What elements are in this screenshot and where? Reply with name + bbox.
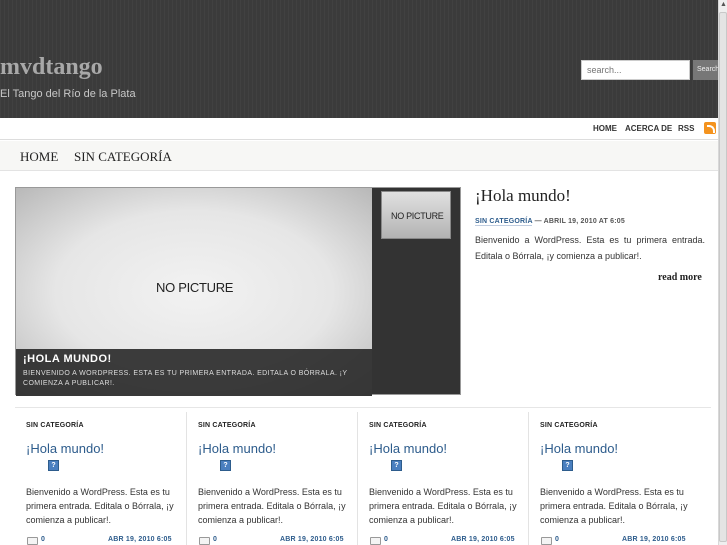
- slide-image[interactable]: NO PICTURE ¡HOLA MUNDO! BIENVENIDO A WOR…: [16, 188, 372, 396]
- post-comment-count[interactable]: 0: [384, 536, 388, 543]
- broken-image-icon[interactable]: ?: [391, 460, 402, 471]
- site-title[interactable]: mvdtango: [0, 54, 103, 81]
- scroll-thumb[interactable]: [719, 12, 727, 542]
- top-links-bar: HOME ACERCA DE RSS: [0, 118, 718, 140]
- post-excerpt: Bienvenido a WordPress. Esta es tu prime…: [26, 487, 174, 525]
- section-divider: [15, 407, 711, 408]
- site-tagline: El Tango del Río de la Plata: [0, 88, 136, 100]
- featured-slider: NO PICTURE ¡HOLA MUNDO! BIENVENIDO A WOR…: [15, 187, 461, 396]
- slide-thumbnail-placeholder: NO PICTURE: [391, 211, 444, 221]
- toplink-rss[interactable]: RSS: [678, 124, 694, 133]
- slide-caption: ¡HOLA MUNDO! BIENVENIDO A WORDPRESS. EST…: [16, 349, 372, 396]
- comment-icon[interactable]: [541, 537, 552, 545]
- post-title[interactable]: ¡Hola mundo!: [26, 441, 104, 456]
- broken-image-icon[interactable]: ?: [220, 460, 231, 471]
- post-date: ABR 19, 2010 6:05: [622, 536, 686, 543]
- search-button[interactable]: Search: [693, 60, 718, 80]
- search-input[interactable]: [581, 60, 690, 80]
- scroll-up-arrow-icon[interactable]: ▲: [719, 0, 727, 10]
- featured-post-excerpt: Bienvenido a WordPress. Esta es tu prime…: [475, 235, 705, 261]
- rss-icon[interactable]: [704, 122, 716, 134]
- comment-icon[interactable]: [370, 537, 381, 545]
- comment-icon[interactable]: [27, 537, 38, 545]
- post-excerpt: Bienvenido a WordPress. Esta es tu prime…: [369, 487, 517, 525]
- featured-post-category[interactable]: SIN CATEGORÍA: [475, 218, 533, 226]
- site-header: mvdtango El Tango del Río de la Plata Se…: [0, 0, 718, 118]
- post-comment-count[interactable]: 0: [41, 536, 45, 543]
- post-category[interactable]: SIN CATEGORÍA: [26, 422, 84, 429]
- post-excerpt: Bienvenido a WordPress. Esta es tu prime…: [198, 487, 346, 525]
- post-excerpt: Bienvenido a WordPress. Esta es tu prime…: [540, 487, 688, 525]
- post-card: SIN CATEGORÍA ¡Hola mundo! ? Bienvenido …: [187, 412, 358, 545]
- scrollbar[interactable]: ▲: [718, 0, 727, 545]
- post-card: SIN CATEGORÍA ¡Hola mundo! ? Bienvenido …: [529, 412, 700, 545]
- category-nav: HOME SIN CATEGORÍA: [0, 141, 718, 171]
- toplink-home[interactable]: HOME: [593, 124, 617, 133]
- slide-thumbnail[interactable]: NO PICTURE: [381, 191, 451, 239]
- post-title[interactable]: ¡Hola mundo!: [369, 441, 447, 456]
- broken-image-icon[interactable]: ?: [562, 460, 573, 471]
- slide-caption-title[interactable]: ¡HOLA MUNDO!: [23, 353, 365, 365]
- post-title[interactable]: ¡Hola mundo!: [540, 441, 618, 456]
- post-comment-count[interactable]: 0: [213, 536, 217, 543]
- post-card: SIN CATEGORÍA ¡Hola mundo! ? Bienvenido …: [15, 412, 186, 545]
- featured-post-date: — ABRIL 19, 2010 AT 6:05: [532, 218, 625, 225]
- catnav-home[interactable]: HOME: [20, 149, 58, 165]
- slide-caption-text: BIENVENIDO A WORDPRESS. ESTA ES TU PRIME…: [23, 370, 348, 387]
- read-more-link[interactable]: read more: [658, 272, 702, 283]
- comment-icon[interactable]: [199, 537, 210, 545]
- post-date: ABR 19, 2010 6:05: [108, 536, 172, 543]
- broken-image-icon[interactable]: ?: [48, 460, 59, 471]
- post-date: ABR 19, 2010 6:05: [451, 536, 515, 543]
- toplink-acerca-de[interactable]: ACERCA DE: [625, 124, 672, 133]
- featured-post-title[interactable]: ¡Hola mundo!: [475, 186, 571, 206]
- post-card: SIN CATEGORÍA ¡Hola mundo! ? Bienvenido …: [358, 412, 529, 545]
- featured-post-meta: SIN CATEGORÍA — ABRIL 19, 2010 AT 6:05: [475, 218, 625, 226]
- post-category[interactable]: SIN CATEGORÍA: [198, 422, 256, 429]
- post-date: ABR 19, 2010 6:05: [280, 536, 344, 543]
- post-category[interactable]: SIN CATEGORÍA: [540, 422, 598, 429]
- catnav-sin-categoria[interactable]: SIN CATEGORÍA: [74, 149, 172, 165]
- post-title[interactable]: ¡Hola mundo!: [198, 441, 276, 456]
- post-category[interactable]: SIN CATEGORÍA: [369, 422, 427, 429]
- post-comment-count[interactable]: 0: [555, 536, 559, 543]
- slide-image-placeholder: NO PICTURE: [156, 280, 234, 295]
